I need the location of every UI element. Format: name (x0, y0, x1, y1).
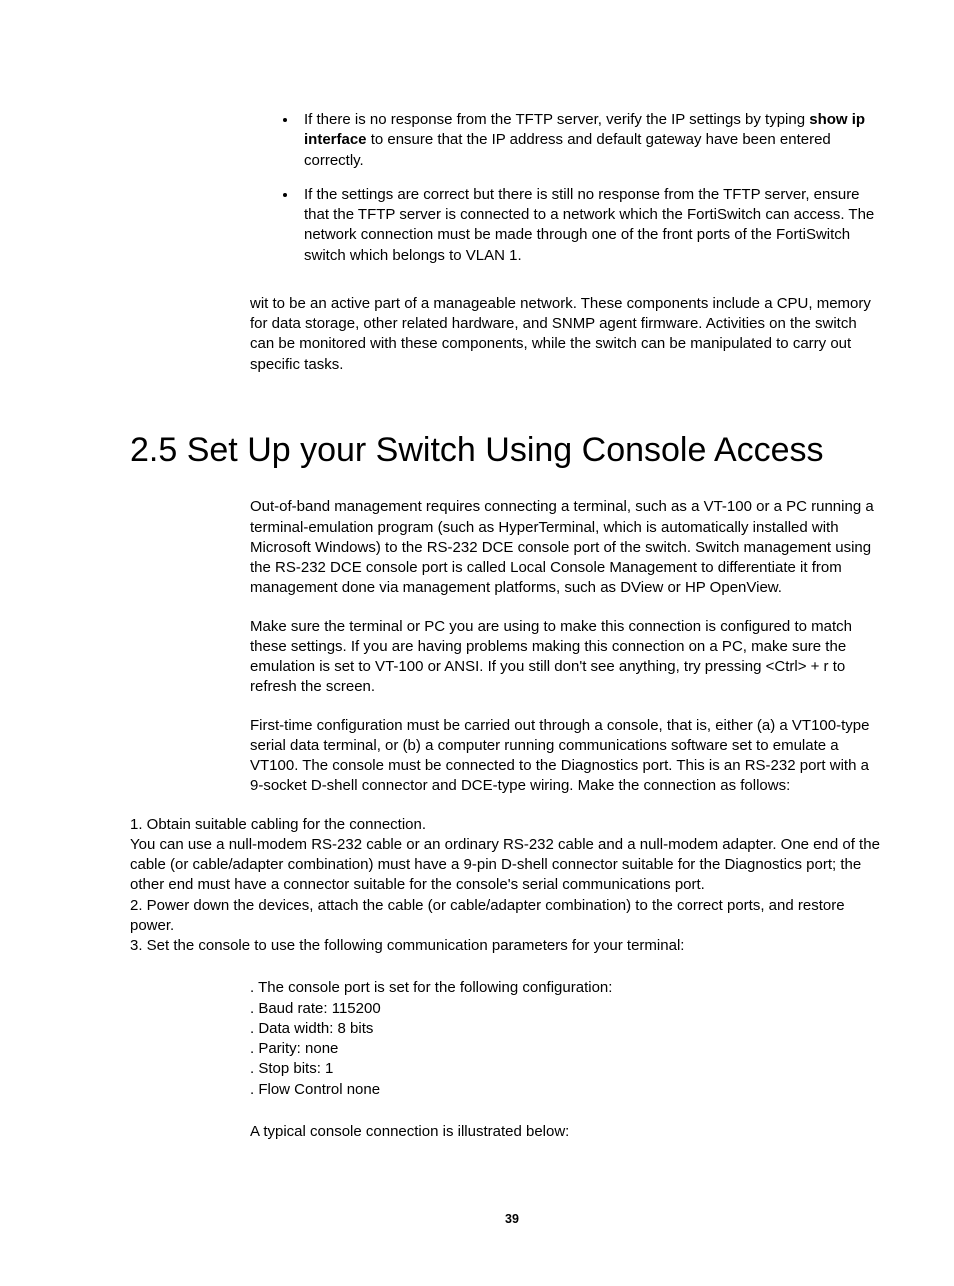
config-line: . Stop bits: 1 (250, 1059, 884, 1079)
config-line: . Data width: 8 bits (250, 1019, 884, 1039)
bullet-list: If there is no response from the TFTP se… (250, 110, 884, 266)
closing-block: A typical console connection is illustra… (250, 1122, 884, 1142)
intro-block: wit to be an active part of a manageable… (250, 294, 884, 375)
paragraph: A typical console connection is illustra… (250, 1122, 884, 1142)
document-page: If there is no response from the TFTP se… (0, 0, 954, 1286)
section-heading: 2.5 Set Up your Switch Using Console Acc… (130, 429, 894, 472)
bullet-item: If the settings are correct but there is… (298, 185, 884, 266)
step-line: You can use a null-modem RS-232 cable or… (130, 835, 884, 896)
paragraph: First-time configuration must be carried… (250, 716, 884, 797)
bullet-text-pre: If there is no response from the TFTP se… (304, 111, 809, 128)
step-line: 3. Set the console to use the following … (130, 936, 884, 956)
config-line: . Parity: none (250, 1039, 884, 1059)
page-number: 39 (130, 1212, 894, 1226)
paragraph: Make sure the terminal or PC you are usi… (250, 617, 884, 698)
config-line: . The console port is set for the follow… (250, 978, 884, 998)
bullet-text: If the settings are correct but there is… (304, 186, 874, 264)
paragraph: wit to be an active part of a manageable… (250, 294, 884, 375)
bullet-text-post: to ensure that the IP address and defaul… (304, 131, 831, 168)
config-line: . Baud rate: 115200 (250, 999, 884, 1019)
section-body: Out-of-band management requires connecti… (250, 497, 884, 796)
numbered-steps: 1. Obtain suitable cabling for the conne… (130, 815, 884, 957)
paragraph: Out-of-band management requires connecti… (250, 497, 884, 598)
bullet-item: If there is no response from the TFTP se… (298, 110, 884, 171)
step-line: 2. Power down the devices, attach the ca… (130, 896, 884, 937)
config-list: . The console port is set for the follow… (250, 978, 884, 1100)
config-line: . Flow Control none (250, 1080, 884, 1100)
step-line: 1. Obtain suitable cabling for the conne… (130, 815, 884, 835)
